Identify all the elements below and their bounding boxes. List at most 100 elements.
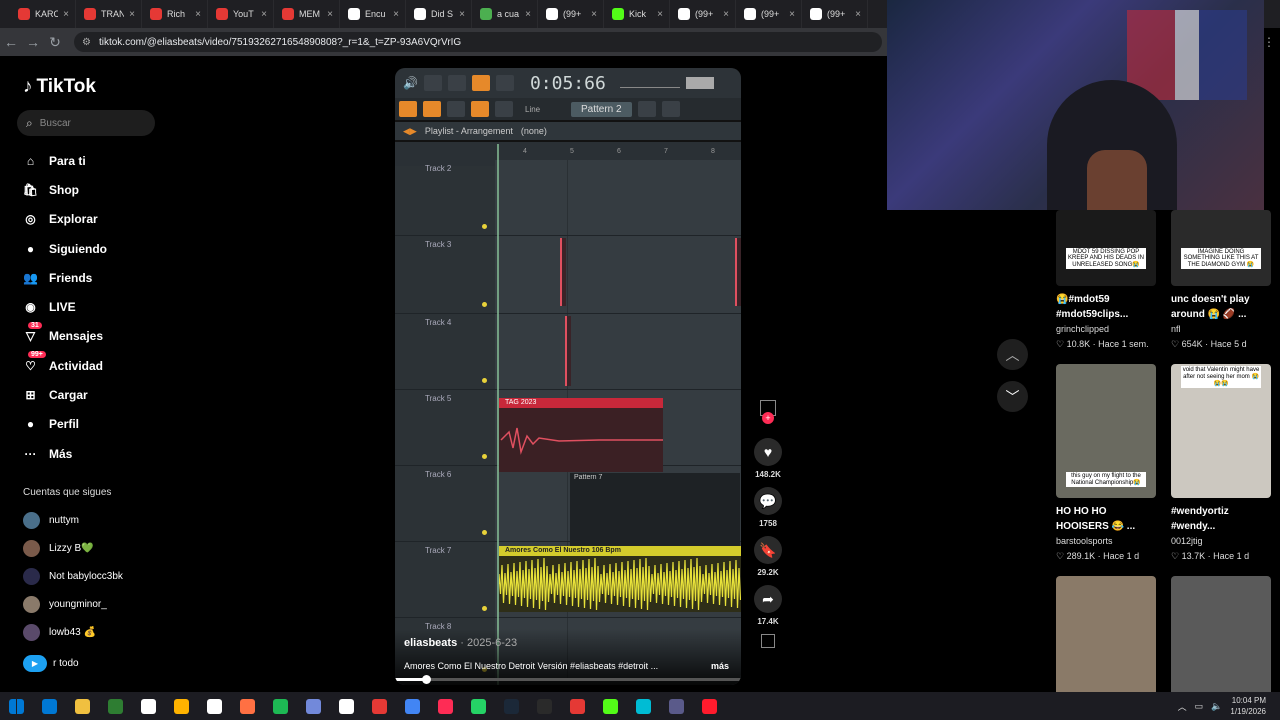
close-tab-icon[interactable]: × — [591, 9, 597, 20]
taskbar-app[interactable] — [132, 692, 165, 720]
video-thumbnail[interactable] — [1171, 576, 1271, 710]
tray-chevron-icon[interactable]: ︿ — [1178, 700, 1187, 713]
browser-tab[interactable]: TRAN × — [76, 0, 142, 28]
sidebar-item-explorar[interactable]: ◎ Explorar — [22, 205, 107, 234]
card-title[interactable]: #wendyortiz #wendy... — [1171, 504, 1271, 534]
video-thumbnail[interactable] — [1056, 576, 1156, 710]
next-video-button[interactable]: ﹀ — [997, 381, 1028, 412]
close-tab-icon[interactable]: × — [393, 9, 399, 20]
close-tab-icon[interactable]: × — [327, 9, 333, 20]
sidebar-item-para-ti[interactable]: ⌂ Para ti — [22, 146, 107, 175]
video-card[interactable]: IMAGINE DOING SOMETHING LIKE THIS AT THE… — [1171, 210, 1271, 350]
start-button[interactable] — [0, 692, 33, 720]
address-bar[interactable]: ⚙ tiktok.com/@eliasbeats/video/751932627… — [74, 32, 882, 52]
browser-tab[interactable]: KARO × — [10, 0, 76, 28]
taskbar-app[interactable] — [660, 692, 693, 720]
video-thumbnail[interactable]: MDOT 59 DISSING POP KREEP AND HIS DEADS … — [1056, 210, 1156, 286]
save-button[interactable]: 🔖 29.2K — [752, 536, 784, 577]
close-tab-icon[interactable]: × — [525, 9, 531, 20]
card-author[interactable]: barstoolsports — [1056, 536, 1156, 546]
volume-icon[interactable]: 🔊 — [403, 76, 418, 90]
sidebar-item-friends[interactable]: 👥 Friends — [22, 263, 107, 292]
video-author[interactable]: eliasbeats · 2025-6-23 — [404, 637, 517, 649]
card-title[interactable]: 😭#mdot59 #mdot59clips... — [1056, 292, 1156, 322]
close-tab-icon[interactable]: × — [195, 9, 201, 20]
taskbar-app[interactable] — [99, 692, 132, 720]
taskbar-app[interactable] — [693, 692, 726, 720]
card-author[interactable]: nfl — [1171, 324, 1271, 334]
bookmark-icon[interactable]: 🔖 — [754, 536, 782, 564]
sidebar-item-m-s[interactable]: ··· Más — [22, 439, 107, 468]
video-card[interactable]: this guy on my flight to the National Ch… — [1056, 364, 1156, 562]
search-input[interactable]: ⌕ Buscar — [17, 110, 155, 136]
sidebar-item-cargar[interactable]: ⊞ Cargar — [22, 380, 107, 409]
comment-icon[interactable]: 💬 — [754, 487, 782, 515]
browser-tab[interactable]: MEM × — [274, 0, 340, 28]
forward-icon[interactable]: → — [22, 34, 44, 50]
previous-video-button[interactable]: ︿ — [997, 339, 1028, 370]
sidebar-item-shop[interactable]: 🛍 Shop — [22, 175, 107, 204]
see-all-button[interactable]: ▶ r todo — [23, 655, 79, 672]
taskbar-app[interactable] — [66, 692, 99, 720]
card-title[interactable]: unc doesn't play around 😭 🏈 ... — [1171, 292, 1271, 322]
browser-tab[interactable]: a cua × — [472, 0, 538, 28]
share-icon[interactable]: ➦ — [754, 585, 782, 613]
close-tab-icon[interactable]: × — [63, 9, 69, 20]
browser-tab[interactable]: (99+ × — [538, 0, 604, 28]
sidebar-item-siguiendo[interactable]: ● Siguiendo — [22, 234, 107, 263]
browser-tab[interactable]: YouT × — [208, 0, 274, 28]
taskbar-app[interactable] — [264, 692, 297, 720]
close-tab-icon[interactable]: × — [129, 9, 135, 20]
card-author[interactable]: grinchclipped — [1056, 324, 1156, 334]
video-thumbnail[interactable]: IMAGINE DOING SOMETHING LIKE THIS AT THE… — [1171, 210, 1271, 286]
chat-pill-icon[interactable]: ▶ — [23, 655, 47, 672]
heart-icon[interactable]: ♥ — [754, 438, 782, 466]
taskbar-app[interactable] — [363, 692, 396, 720]
video-thumbnail[interactable]: void that Valentin might have after not … — [1171, 364, 1271, 498]
share-button[interactable]: ➦ 17.4K — [752, 585, 784, 626]
video-card[interactable]: void that Valentin might have after not … — [1171, 364, 1271, 562]
video-card[interactable] — [1056, 576, 1156, 710]
following-item[interactable]: nuttym — [23, 506, 123, 534]
browser-tab[interactable]: Did S × — [406, 0, 472, 28]
taskbar-app[interactable] — [594, 692, 627, 720]
clock[interactable]: 10:04 PM 1/19/2026 — [1230, 695, 1266, 717]
comment-button[interactable]: 💬 1758 — [752, 487, 784, 528]
taskbar-app[interactable] — [627, 692, 660, 720]
taskbar-app[interactable] — [297, 692, 330, 720]
speaker-icon[interactable]: 🔈 — [1211, 701, 1222, 712]
close-tab-icon[interactable]: × — [855, 9, 861, 20]
video-card[interactable]: MDOT 59 DISSING POP KREEP AND HIS DEADS … — [1056, 210, 1156, 350]
taskbar-app[interactable] — [165, 692, 198, 720]
video-card[interactable] — [1171, 576, 1271, 710]
close-tab-icon[interactable]: × — [261, 9, 267, 20]
follow-plus-icon[interactable]: + — [762, 412, 774, 424]
taskbar-app[interactable] — [495, 692, 528, 720]
close-tab-icon[interactable]: × — [657, 9, 663, 20]
sidebar-item-actividad[interactable]: ♡ 99+ Actividad — [22, 351, 107, 380]
following-item[interactable]: youngminor_ — [23, 590, 123, 618]
more-button[interactable]: más — [711, 661, 729, 671]
network-icon[interactable]: ▭ — [1195, 701, 1204, 712]
video-thumbnail[interactable]: this guy on my flight to the National Ch… — [1056, 364, 1156, 498]
card-author[interactable]: 0012jtig — [1171, 536, 1271, 546]
browser-tab[interactable]: Encu × — [340, 0, 406, 28]
sidebar-item-perfil[interactable]: ● Perfil — [22, 410, 107, 439]
taskbar-app[interactable] — [561, 692, 594, 720]
browser-tab[interactable]: Kick × — [604, 0, 670, 28]
close-tab-icon[interactable]: × — [789, 9, 795, 20]
reload-icon[interactable]: ↻ — [44, 34, 66, 51]
creator-avatar[interactable]: + — [752, 400, 784, 424]
taskbar-app[interactable] — [396, 692, 429, 720]
taskbar-app[interactable] — [462, 692, 495, 720]
tiktok-logo[interactable]: ♪ TikTok — [23, 76, 96, 98]
card-title[interactable]: HO HO HO HOOISERS 😂 ... — [1056, 504, 1156, 534]
taskbar-app[interactable] — [429, 692, 462, 720]
following-item[interactable]: Not babylocc3bk — [23, 562, 123, 590]
taskbar-app[interactable] — [33, 692, 66, 720]
grid-icon[interactable] — [761, 634, 775, 648]
author-name[interactable]: eliasbeats — [404, 637, 457, 649]
taskbar-app[interactable] — [528, 692, 561, 720]
browser-tab[interactable]: (99+ × — [670, 0, 736, 28]
browser-tab[interactable]: (99+ × — [802, 0, 868, 28]
